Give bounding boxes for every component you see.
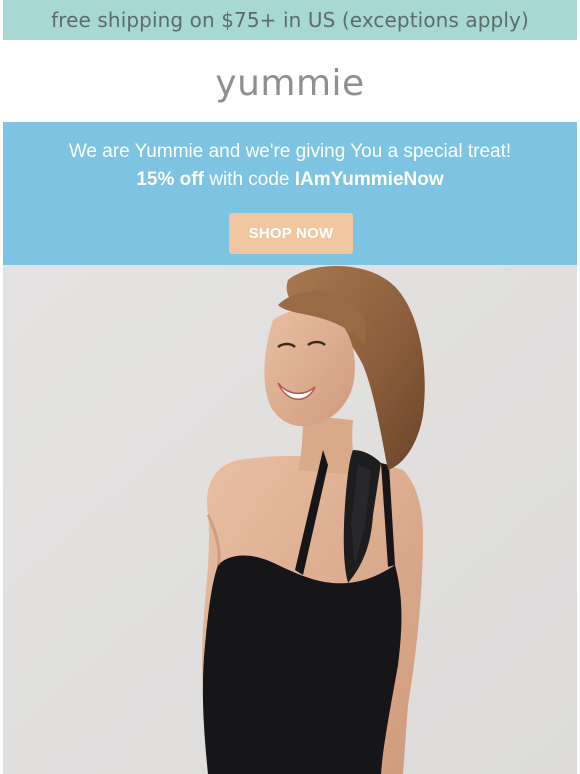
promo-offer: 15% off with code IAmYummieNow <box>3 169 577 191</box>
promo-headline: We are Yummie and we're giving You a spe… <box>68 141 512 162</box>
email-page: free shipping on $75+ in US (exceptions … <box>0 0 580 774</box>
promo-code-label: with code <box>203 169 295 190</box>
brand-logo[interactable]: yummie <box>215 63 364 104</box>
shop-now-button[interactable]: SHOP NOW <box>229 213 353 254</box>
hero-image[interactable] <box>3 265 577 774</box>
model-photo-icon <box>3 265 577 774</box>
promo-banner: We are Yummie and we're giving You a spe… <box>3 122 577 265</box>
shipping-banner[interactable]: free shipping on $75+ in US (exceptions … <box>3 0 577 40</box>
promo-code: IAmYummieNow <box>294 169 444 190</box>
promo-discount: 15% off <box>136 169 204 190</box>
shipping-banner-text: free shipping on $75+ in US (exceptions … <box>51 8 529 32</box>
header: yummie <box>3 40 577 122</box>
